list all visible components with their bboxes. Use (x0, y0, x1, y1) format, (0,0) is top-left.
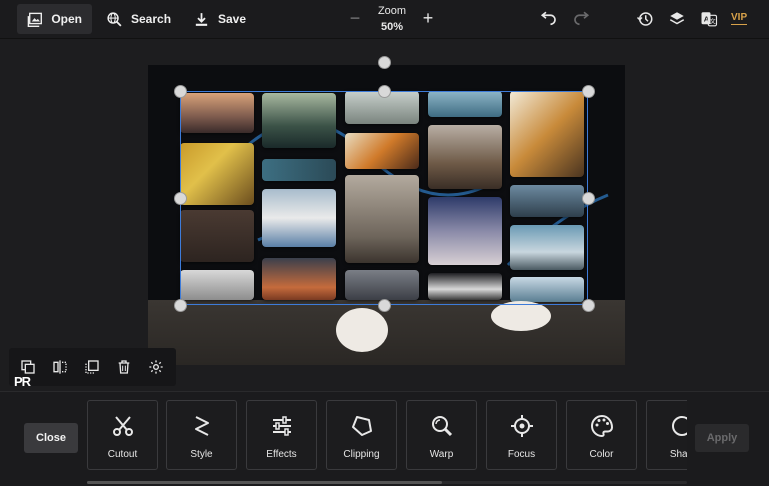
tool-clipping[interactable]: Clipping (326, 400, 397, 470)
bring-front-icon[interactable] (84, 359, 100, 375)
tool-effects-label: Effects (266, 449, 297, 460)
close-button[interactable]: Close (24, 423, 78, 453)
watermark-logo: PR (14, 374, 31, 389)
object-mini-toolbar (9, 348, 176, 386)
tools-scrollbar[interactable] (87, 481, 687, 484)
download-icon (195, 12, 208, 26)
zoom-label: Zoom (377, 5, 407, 17)
apply-button[interactable]: Apply (695, 424, 749, 452)
search-label: Search (131, 12, 172, 26)
rotate-handle[interactable] (378, 56, 391, 69)
duplicate-icon[interactable] (20, 359, 36, 375)
tool-style-label: Style (190, 449, 213, 460)
tool-color[interactable]: Color (566, 400, 637, 470)
selection-box[interactable] (180, 91, 588, 305)
top-toolbar: Open Search Save − Zoom 50% + A文 VIP (0, 0, 769, 39)
save-label: Save (218, 12, 247, 26)
zoom-in-icon: + (422, 8, 434, 28)
flip-icon[interactable] (52, 359, 68, 375)
crosshair-icon (511, 415, 533, 437)
history-icon[interactable] (636, 10, 654, 28)
tool-color-label: Color (589, 449, 614, 460)
undo-icon[interactable] (540, 10, 558, 28)
style-icon (195, 416, 209, 436)
zoom-out-icon: − (349, 8, 361, 28)
tool-style[interactable]: Style (166, 400, 237, 470)
tool-warp[interactable]: Warp (406, 400, 477, 470)
shadow-icon (672, 416, 687, 436)
tool-focus[interactable]: Focus (486, 400, 557, 470)
save-button[interactable]: Save (183, 4, 256, 34)
tool-focus-label: Focus (507, 449, 536, 460)
zoom-value: 50% (380, 21, 404, 33)
resize-handle-sw[interactable] (174, 299, 187, 312)
svg-text:文: 文 (710, 18, 716, 26)
tool-warp-label: Warp (429, 449, 454, 460)
zoom-in-button[interactable]: + (420, 8, 436, 28)
warp-icon (432, 416, 453, 437)
tool-cutout[interactable]: Cutout (87, 400, 158, 470)
resize-handle-n[interactable] (378, 85, 391, 98)
cat-paw-right (491, 301, 551, 331)
tool-shadow-label: Shad (669, 449, 687, 460)
tool-effects[interactable]: Effects (246, 400, 317, 470)
tools-scrollbar-thumb[interactable] (87, 481, 442, 484)
cat-paw-left (336, 308, 388, 352)
resize-handle-w[interactable] (174, 192, 187, 205)
vip-badge[interactable]: VIP (731, 12, 748, 25)
zoom-out-button[interactable]: − (347, 8, 363, 28)
resize-handle-s[interactable] (378, 299, 391, 312)
resize-handle-ne[interactable] (582, 85, 595, 98)
resize-handle-e[interactable] (582, 192, 595, 205)
delete-icon[interactable] (116, 359, 132, 375)
settings-icon[interactable] (148, 359, 164, 375)
redo-icon[interactable] (572, 10, 590, 28)
palette-icon (591, 414, 614, 438)
zoom-indicator: Zoom 50% (372, 3, 412, 35)
sliders-icon (273, 416, 291, 436)
resize-handle-se[interactable] (582, 299, 595, 312)
translate-icon[interactable]: A文 (700, 10, 718, 28)
bottom-panel: Close Cutout Style Effects Clipping Warp… (0, 391, 769, 486)
image-icon (27, 12, 42, 27)
layers-icon[interactable] (668, 10, 686, 28)
polygon-icon (352, 416, 372, 436)
tools-strip: Cutout Style Effects Clipping Warp Focus… (87, 400, 687, 472)
open-label: Open (51, 12, 82, 26)
search-button[interactable]: Search (96, 4, 181, 34)
scissors-icon (113, 416, 133, 436)
tool-shadow[interactable]: Shad (646, 400, 687, 470)
open-button[interactable]: Open (17, 4, 92, 34)
tool-cutout-label: Cutout (107, 449, 138, 460)
resize-handle-nw[interactable] (174, 85, 187, 98)
tool-clipping-label: Clipping (343, 449, 380, 460)
globe-search-icon (107, 11, 122, 27)
